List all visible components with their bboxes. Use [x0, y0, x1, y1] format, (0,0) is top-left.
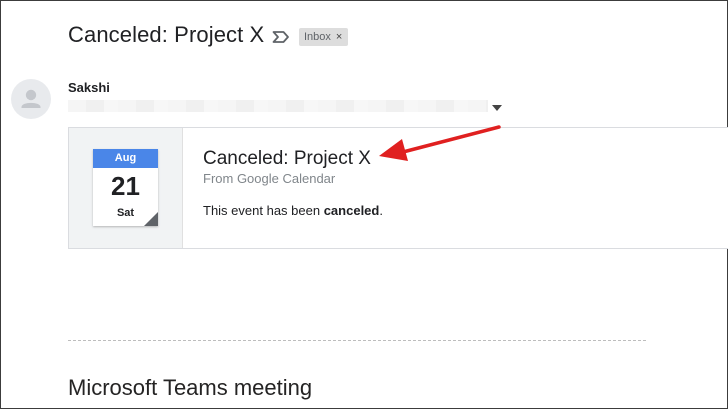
email-subject: Canceled: Project X: [68, 22, 265, 47]
event-status-prefix: This event has been: [203, 203, 324, 218]
calendar-day: 21: [111, 171, 140, 201]
label-chip-text: Inbox: [304, 31, 331, 43]
content-divider: [68, 340, 646, 341]
teams-meeting-heading: Microsoft Teams meeting: [68, 375, 313, 400]
sender-name[interactable]: Sakshi: [68, 80, 110, 95]
remove-label-icon[interactable]: ×: [336, 28, 342, 46]
calendar-icon-panel: Aug 21 Sat: [69, 128, 183, 248]
sender-avatar[interactable]: [11, 79, 51, 119]
event-source: From Google Calendar: [203, 171, 336, 186]
person-avatar-icon: [21, 89, 41, 108]
red-arrow-annotation: [379, 125, 501, 161]
calendar-date-icon: Aug 21 Sat: [93, 149, 158, 226]
calendar-month: Aug: [93, 149, 158, 168]
inbox-label-chip[interactable]: Inbox ×: [299, 28, 349, 46]
event-status-suffix: .: [379, 203, 383, 218]
event-title[interactable]: Canceled: Project X: [203, 148, 371, 170]
event-status-word: canceled: [323, 203, 380, 218]
importance-marker-icon[interactable]: [272, 30, 290, 44]
recipient-details-redacted: [68, 100, 488, 112]
caret-down-icon[interactable]: [492, 105, 502, 111]
page-curl-icon: [144, 212, 158, 226]
event-status-message: This event has been canceled.: [203, 203, 383, 218]
